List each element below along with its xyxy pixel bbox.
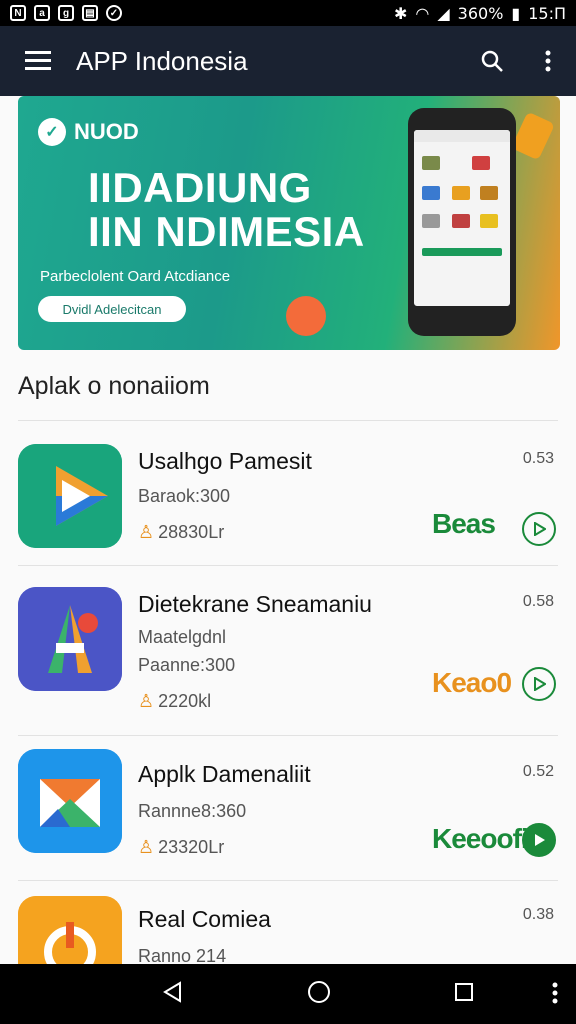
- app-name: Real Comiea: [138, 906, 271, 932]
- logo-icon: ✓: [38, 118, 66, 146]
- app-name: Dietekrane Sneamaniu: [138, 591, 372, 617]
- app-meta: Rannne8:360: [138, 801, 247, 821]
- signal-icon: ◢: [437, 3, 450, 23]
- status-bar: N a g ▤ ✓ ✱ ◠ ◢ 360% ▮ 15:П: [0, 0, 576, 26]
- app-users-count: 2220kl: [158, 691, 212, 711]
- section-title: Aplak o nonaiiom: [18, 372, 210, 400]
- app-meta: Paanne:300: [138, 655, 236, 675]
- status-notification-icons: N a g ▤ ✓: [10, 5, 122, 21]
- home-icon[interactable]: [307, 980, 331, 1009]
- user-icon: ♙: [138, 837, 155, 857]
- banner-logo: ✓ NUOD: [38, 118, 139, 146]
- app-size: 0.38: [522, 906, 554, 923]
- decorative-shape: [510, 111, 556, 161]
- notification-icon: N: [10, 5, 26, 21]
- app-icon: [18, 444, 122, 548]
- back-icon[interactable]: [162, 980, 184, 1008]
- play-icon[interactable]: [522, 512, 556, 546]
- app-meta: Baraok:300: [138, 486, 231, 506]
- banner-subtitle: Parbeclolent Oard Atcdiance: [40, 268, 231, 285]
- app-bar: APP Indonesia: [0, 26, 576, 96]
- banner-headline-line2: IIN NDIMESIA: [88, 208, 365, 255]
- app-meta: Ranno 214: [138, 946, 227, 964]
- wifi-icon: ◠: [415, 3, 430, 23]
- list-item[interactable]: Real Comiea Ranno 214 0.38: [0, 880, 576, 964]
- app-size: 0.58: [522, 593, 554, 610]
- app-users: ♙ 23320Lr: [138, 837, 224, 858]
- more-options-icon[interactable]: [552, 982, 558, 1009]
- app-icon: [18, 749, 122, 853]
- app-users: ♙ 28830Lr: [138, 522, 224, 543]
- app-icon: ▤: [82, 5, 98, 21]
- play-icon[interactable]: [522, 823, 556, 857]
- app-icon: g: [58, 5, 74, 21]
- recents-icon[interactable]: [454, 982, 474, 1007]
- list-item[interactable]: Dietekrane Sneamaniu Maatelgdnl Paanne:3…: [0, 565, 576, 735]
- battery-percent: 360%: [457, 3, 504, 23]
- page-title: APP Indonesia: [76, 45, 248, 76]
- app-meta: Maatelgdnl: [138, 627, 227, 647]
- user-icon: ♙: [138, 522, 155, 542]
- banner-headline-line1: IIDADIUNG: [88, 164, 312, 211]
- hamburger-menu-icon[interactable]: [0, 51, 76, 71]
- check-icon: ✓: [106, 5, 122, 21]
- battery-icon: ▮: [511, 3, 521, 23]
- play-icon[interactable]: [522, 667, 556, 701]
- bluetooth-icon: ✱: [393, 3, 408, 23]
- clock: 15:П: [528, 3, 566, 23]
- app-size: 0.52: [522, 763, 554, 780]
- system-navigation-bar: [0, 964, 576, 1024]
- app-badge: Keeoofi: [432, 823, 529, 854]
- app-users: ♙ 2220kl: [138, 691, 211, 712]
- logo-text: NUOD: [74, 119, 139, 144]
- app-badge: Beas: [432, 508, 496, 539]
- app-size: 0.53: [522, 450, 554, 467]
- search-icon[interactable]: [464, 49, 520, 73]
- app-icon: a: [34, 5, 50, 21]
- app-icon: [18, 896, 122, 964]
- banner-cta-button[interactable]: Dvidl Adelecitcan: [38, 296, 186, 322]
- banner-headline: IIDADIUNG IIN NDIMESIA: [88, 166, 365, 254]
- decorative-shape: [286, 296, 326, 336]
- app-badge: Keao0: [432, 667, 512, 698]
- promo-banner[interactable]: ✓ NUOD IIDADIUNG IIN NDIMESIA Parbeclole…: [18, 96, 560, 350]
- app-name: Applk Damenaliit: [138, 761, 311, 787]
- more-options-icon[interactable]: [520, 50, 576, 72]
- status-system-icons: ✱ ◠ ◢ 360% ▮ 15:П: [394, 4, 566, 23]
- app-icon: [18, 587, 122, 691]
- app-users-count: 28830Lr: [158, 522, 225, 542]
- list-item[interactable]: Usalhgo Pamesit Baraok:300 ♙ 28830Lr 0.5…: [0, 420, 576, 565]
- app-name: Usalhgo Pamesit: [138, 448, 312, 474]
- phone-illustration: [408, 108, 516, 336]
- list-item[interactable]: Applk Damenaliit Rannne8:360 ♙ 23320Lr 0…: [0, 735, 576, 880]
- app-users-count: 23320Lr: [158, 837, 225, 857]
- user-icon: ♙: [138, 691, 155, 711]
